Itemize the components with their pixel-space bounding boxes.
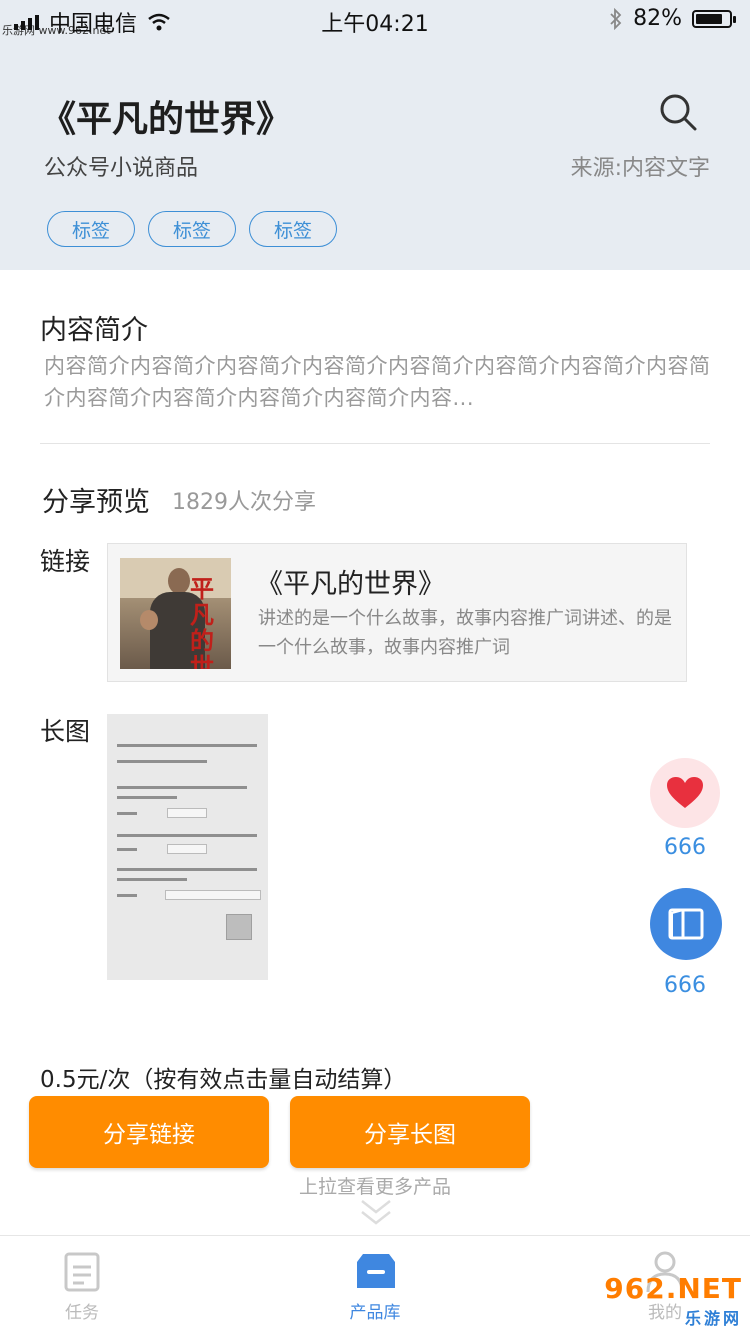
like-button[interactable] (650, 758, 720, 828)
share-long-image-button[interactable]: 分享长图 (290, 1096, 530, 1168)
tab-bar: 任务 产品库 我的 962.NET 乐游网 (0, 1235, 750, 1335)
book-icon (668, 908, 704, 940)
tab-products[interactable]: 产品库 (300, 1236, 450, 1335)
intro-text: 内容简介内容简介内容简介内容简介内容简介内容简介内容简介内容简介内容简介内容简介… (44, 354, 711, 410)
link-label: 链接 (40, 547, 91, 576)
like-count: 666 (664, 835, 706, 860)
section-divider (40, 443, 710, 444)
tab-label: 任务 (65, 1303, 99, 1323)
bluetooth-icon (610, 7, 622, 30)
long-image-label: 长图 (40, 717, 91, 746)
share-count: 1829人次分享 (172, 490, 316, 515)
share-link-button[interactable]: 分享链接 (29, 1096, 269, 1168)
poster-title: 平凡的世界 (190, 574, 214, 670)
watermark-text: 962.NET (604, 1272, 742, 1305)
heart-icon (667, 777, 703, 808)
chevron-down-icon (361, 1200, 391, 1225)
long-image-preview[interactable] (107, 714, 268, 980)
watermark-logo: 962.NET 乐游网 (604, 1272, 742, 1329)
intro-heading: 内容简介 (40, 315, 148, 346)
battery-percent: 82% (633, 6, 682, 31)
status-right: 82% (609, 6, 736, 31)
share-heading: 分享预览 (42, 487, 150, 518)
search-icon[interactable] (658, 92, 698, 132)
poster-image: 平凡的世界 (120, 558, 231, 669)
watermark-subtext: 乐游网 (684, 1309, 742, 1328)
read-button[interactable] (650, 888, 722, 960)
box-icon (357, 1254, 395, 1288)
tag-list: 标签 标签 标签 (47, 211, 337, 247)
card-title: 《平凡的世界》 (256, 569, 445, 600)
read-count: 666 (664, 973, 706, 998)
price-info: 0.5元/次（按有效点击量自动结算） (40, 1067, 407, 1093)
tab-label: 产品库 (349, 1303, 401, 1323)
battery-fill (696, 13, 722, 24)
tag-chip[interactable]: 标签 (47, 211, 135, 247)
link-preview-card[interactable]: 平凡的世界 《平凡的世界》 讲述的是一个什么故事，故事内容推广词讲述、的是一个什… (107, 543, 687, 682)
pull-up-hint: 上拉查看更多产品 (298, 1176, 451, 1198)
task-icon (64, 1252, 100, 1292)
tab-task[interactable]: 任务 (7, 1236, 157, 1335)
status-bar: 乐游网 www.962.net 中国电信 上午04:21 82% (0, 0, 750, 40)
tag-chip[interactable]: 标签 (148, 211, 236, 247)
page-subtitle: 公众号小说商品 (44, 156, 199, 181)
tag-chip[interactable]: 标签 (249, 211, 337, 247)
battery-icon (692, 9, 736, 28)
source-label: 来源:内容文字 (570, 156, 710, 181)
card-description: 讲述的是一个什么故事，故事内容推广词讲述、的是一个什么故事，故事内容推广词 (258, 608, 672, 658)
page-title: 《平凡的世界》 (40, 99, 293, 140)
